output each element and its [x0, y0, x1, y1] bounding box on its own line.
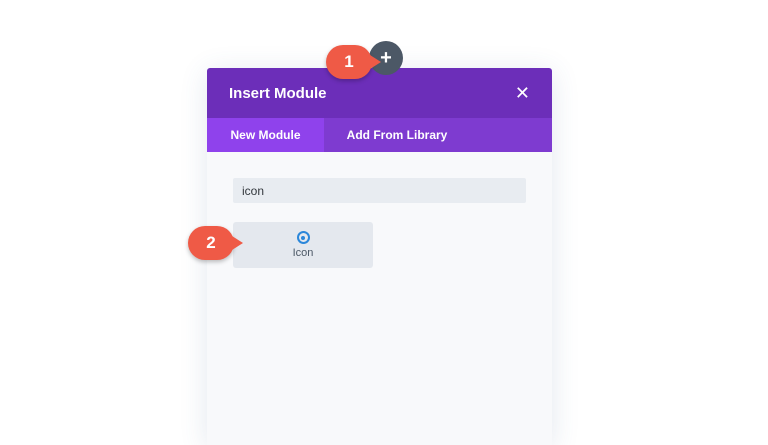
step-callout-2: 2	[188, 226, 243, 260]
module-label: Icon	[292, 247, 314, 259]
insert-module-modal: Insert Module ✕ New Module Add From Libr…	[207, 68, 552, 445]
target-icon	[296, 231, 310, 244]
tab-new-module[interactable]: New Module	[207, 118, 324, 152]
module-tile-icon[interactable]: Icon	[233, 222, 373, 268]
close-icon[interactable]: ✕	[515, 84, 530, 102]
modal-header: Insert Module ✕	[207, 68, 552, 118]
modal-title: Insert Module	[229, 84, 327, 102]
search-modules-input[interactable]	[233, 178, 526, 203]
step-callout-1: 1	[326, 45, 381, 79]
modal-tabs: New Module Add From Library	[207, 118, 552, 152]
tab-add-from-library[interactable]: Add From Library	[324, 118, 470, 152]
